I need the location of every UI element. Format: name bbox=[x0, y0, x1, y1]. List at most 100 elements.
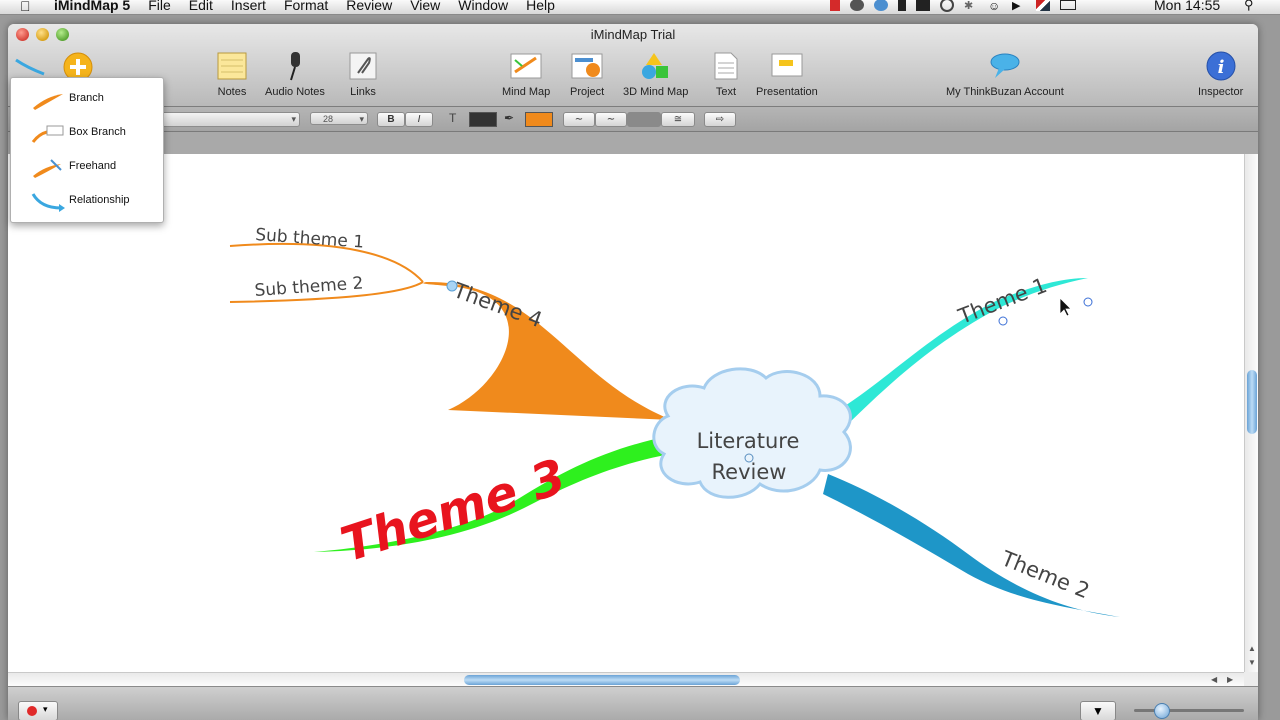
scroll-down-icon[interactable]: ▼ bbox=[1248, 658, 1256, 667]
3d-mind-map-button[interactable]: 3D Mind Map bbox=[623, 50, 688, 98]
text-style-button[interactable]: T bbox=[449, 111, 456, 125]
box-branch-icon bbox=[31, 125, 64, 143]
filter-button[interactable]: ▼ bbox=[1080, 701, 1116, 720]
font-size-select[interactable]: 28 ▾ bbox=[310, 112, 368, 125]
menu-item-box-branch[interactable]: Box Branch bbox=[11, 116, 163, 150]
bottom-status-bar: ▾ ▼ bbox=[8, 686, 1258, 720]
sync-icon[interactable] bbox=[874, 0, 888, 11]
my-thinkbuzan-account-button[interactable]: My ThinkBuzan Account bbox=[946, 50, 1064, 98]
branch-style-4-button[interactable]: ≅ bbox=[661, 112, 695, 127]
menu-item-relationship-label: Relationship bbox=[69, 194, 130, 206]
theme-1-branch[interactable] bbox=[828, 278, 1088, 432]
camera-icon[interactable] bbox=[850, 0, 864, 11]
mind-map-label: Mind Map bbox=[502, 86, 551, 98]
text-color-swatch[interactable] bbox=[469, 112, 497, 127]
speech-bubble-icon bbox=[989, 50, 1021, 82]
central-topic-line2[interactable]: Review bbox=[712, 460, 787, 484]
bluetooth-icon[interactable]: ✱ bbox=[964, 0, 978, 12]
branch-icon bbox=[33, 94, 63, 110]
branch-color-swatch[interactable] bbox=[525, 112, 553, 127]
my-thinkbuzan-account-label: My ThinkBuzan Account bbox=[946, 86, 1064, 98]
links-button[interactable]: Links bbox=[347, 50, 379, 98]
mind-map-svg: Literature Review Theme 4 Sub theme 1 Su… bbox=[229, 225, 1120, 617]
project-label: Project bbox=[570, 86, 605, 98]
branch-type-menu: Branch Box Branch Freehand Relationship bbox=[10, 77, 164, 223]
mind-map-canvas[interactable]: Literature Review Theme 4 Sub theme 1 Su… bbox=[8, 154, 1244, 672]
scroll-left-icon[interactable]: ◀ bbox=[1211, 675, 1217, 684]
presentation-button[interactable]: Presentation bbox=[756, 50, 818, 98]
menu-item-relationship[interactable]: Relationship bbox=[11, 184, 163, 218]
presentation-icon bbox=[771, 50, 803, 82]
theme-4-label[interactable]: Theme 4 bbox=[449, 278, 545, 333]
branch-handle[interactable] bbox=[1083, 297, 1093, 307]
branch-handle[interactable] bbox=[998, 316, 1008, 326]
audio-notes-button[interactable]: Audio Notes bbox=[265, 50, 325, 98]
bold-button[interactable]: B bbox=[377, 112, 405, 127]
brush-icon[interactable]: ✒ bbox=[504, 111, 514, 125]
menu-edit[interactable]: Edit bbox=[189, 0, 213, 12]
menu-item-freehand[interactable]: Freehand bbox=[11, 150, 163, 184]
links-label: Links bbox=[350, 86, 376, 98]
project-icon bbox=[571, 50, 603, 82]
vertical-scrollbar[interactable]: ▲ ▼ bbox=[1244, 154, 1258, 672]
volume-icon[interactable]: ▶ bbox=[1012, 0, 1026, 12]
relationship-style-button[interactable]: ⇨ bbox=[704, 112, 736, 127]
horizontal-scroll-thumb[interactable] bbox=[464, 675, 740, 685]
uk-flag-icon[interactable] bbox=[1036, 0, 1050, 11]
inspector-button[interactable]: i Inspector bbox=[1198, 50, 1243, 98]
notes-button[interactable]: Notes bbox=[216, 50, 248, 98]
menu-insert[interactable]: Insert bbox=[231, 0, 266, 12]
menu-file[interactable]: File bbox=[148, 0, 171, 12]
wifi-icon[interactable]: ☺ bbox=[988, 0, 1002, 13]
mouse-cursor-icon bbox=[1059, 297, 1072, 317]
menu-app-name[interactable]: iMindMap 5 bbox=[54, 0, 130, 12]
window-title: iMindMap Trial bbox=[590, 27, 676, 42]
one-icon[interactable] bbox=[916, 0, 930, 11]
text-button[interactable]: Text bbox=[710, 50, 742, 98]
horizontal-scrollbar[interactable]: ◀ ▶ bbox=[8, 672, 1244, 687]
menu-item-box-branch-label: Box Branch bbox=[69, 126, 126, 138]
menu-help[interactable]: Help bbox=[526, 0, 555, 12]
scroll-up-icon[interactable]: ▲ bbox=[1248, 644, 1256, 653]
central-topic-line1[interactable]: Literature bbox=[697, 429, 800, 453]
vertical-scroll-thumb[interactable] bbox=[1247, 370, 1257, 434]
menu-clock[interactable]: Mon 14:55 bbox=[1154, 0, 1220, 12]
audio-notes-label: Audio Notes bbox=[265, 86, 325, 98]
record-icon bbox=[27, 706, 37, 716]
format-bar: ▾ 28 ▾ B I T ✒ ∼ ∼ ≅ ⇨ bbox=[8, 107, 1258, 132]
zoom-slider[interactable] bbox=[1134, 709, 1244, 712]
menu-window[interactable]: Window bbox=[458, 0, 508, 12]
spotlight-search-icon[interactable]: ⚲ bbox=[1244, 0, 1254, 12]
time-machine-icon[interactable] bbox=[940, 0, 954, 12]
menu-format[interactable]: Format bbox=[284, 0, 328, 12]
presentation-label: Presentation bbox=[756, 86, 818, 98]
battery-icon[interactable] bbox=[1060, 0, 1076, 10]
branch-style-3-button[interactable] bbox=[627, 112, 661, 127]
freehand-icon bbox=[33, 159, 62, 178]
text-document-icon bbox=[710, 50, 742, 82]
scroll-right-icon[interactable]: ▶ bbox=[1227, 675, 1233, 684]
menu-list: iMindMap 5 File Edit Insert Format Revie… bbox=[54, 0, 573, 12]
dropbox-icon[interactable] bbox=[898, 0, 906, 11]
font-family-select[interactable]: ▾ bbox=[156, 112, 300, 127]
mind-map-button[interactable]: Mind Map bbox=[502, 50, 550, 98]
branch-style-2-button[interactable]: ∼ bbox=[595, 112, 627, 127]
sub-theme-1-label[interactable]: Sub theme 1 bbox=[255, 225, 365, 253]
record-menu-button[interactable]: ▾ bbox=[18, 701, 58, 720]
theme-2-label[interactable]: Theme 2 bbox=[997, 546, 1093, 603]
theme-3-label[interactable]: Theme 3 bbox=[334, 448, 572, 573]
apple-menu-icon[interactable]:  bbox=[20, 0, 31, 13]
menu-view[interactable]: View bbox=[410, 0, 440, 12]
menu-review[interactable]: Review bbox=[346, 0, 392, 12]
project-button[interactable]: Project bbox=[570, 50, 604, 98]
inspector-label: Inspector bbox=[1198, 86, 1244, 98]
branch-style-1-button[interactable]: ∼ bbox=[563, 112, 595, 127]
italic-button[interactable]: I bbox=[405, 112, 433, 127]
status-icons: ✱ ☺ ▶ bbox=[830, 0, 1076, 13]
menu-bar:  iMindMap 5 File Edit Insert Format Rev… bbox=[0, 0, 1280, 15]
menu-item-branch-label: Branch bbox=[69, 92, 104, 104]
record-icon[interactable] bbox=[830, 0, 840, 11]
notes-icon bbox=[216, 50, 248, 82]
menu-item-branch[interactable]: Branch bbox=[11, 82, 163, 116]
zoom-slider-knob[interactable] bbox=[1154, 703, 1170, 719]
